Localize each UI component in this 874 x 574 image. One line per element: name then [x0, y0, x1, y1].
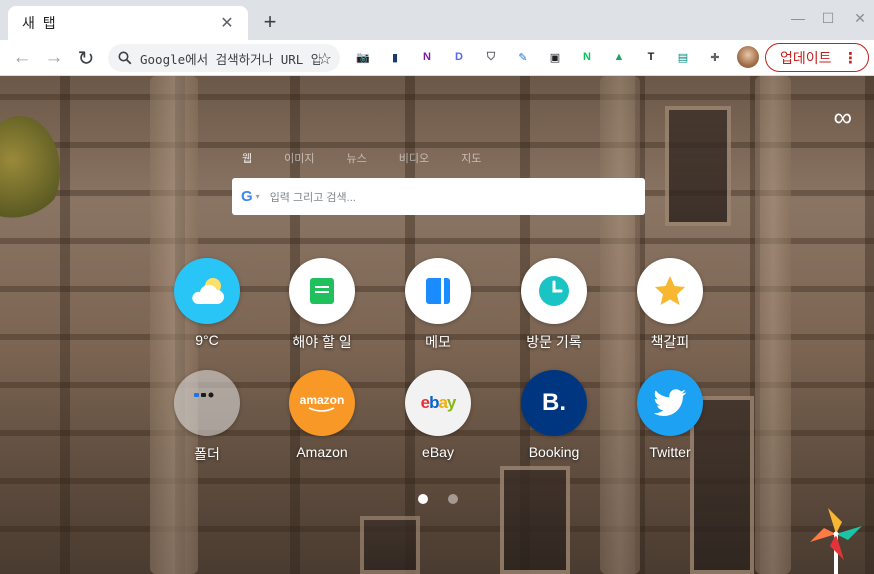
folder-icon: [174, 370, 240, 436]
minimize-icon[interactable]: —: [786, 8, 810, 28]
weather-icon: [174, 258, 240, 324]
background-column: [755, 76, 791, 574]
picture-in-picture-icon[interactable]: ▣: [546, 48, 564, 66]
search-box[interactable]: G ▾ 입력 그리고 검색...: [232, 178, 645, 215]
star-icon: [637, 258, 703, 324]
clock-icon: [521, 258, 587, 324]
shortcut-label: 9°C: [195, 332, 219, 348]
update-button[interactable]: 업데이트 ⋮: [765, 43, 869, 72]
ebay-letter-y: y: [446, 393, 457, 412]
booking-logo-icon: B.: [521, 370, 587, 436]
new-tab-button[interactable]: +: [258, 9, 282, 34]
google-drive-icon[interactable]: ▲: [610, 48, 628, 66]
ebay-letter-a: a: [438, 393, 448, 412]
shortcut-weather[interactable]: 9°C: [157, 258, 257, 348]
shortcut-label: 폴더: [194, 446, 220, 462]
page-indicator: [418, 494, 458, 504]
shortcut-amazon[interactable]: amazon Amazon: [272, 370, 372, 460]
memo-icon: [405, 258, 471, 324]
new-tab-page: ∞ 웹 이미지 뉴스 비디오 지도 G ▾ 입력 그리고 검색... 9°C 해: [0, 76, 874, 574]
tab-strip: 새 탭 ✕ + — ☐ ✕: [0, 0, 874, 40]
search-tab-web[interactable]: 웹: [242, 150, 252, 166]
profile-avatar-icon[interactable]: [737, 46, 759, 68]
background-window: [665, 106, 731, 226]
save-floppy-icon[interactable]: ▤: [674, 48, 692, 66]
amazon-logo-text: amazon: [299, 393, 345, 407]
shortcut-twitter[interactable]: Twitter: [620, 370, 720, 460]
ebay-logo-icon: ebay: [405, 370, 471, 436]
tab-close-icon[interactable]: ✕: [218, 14, 236, 32]
page-dot-2[interactable]: [448, 494, 458, 504]
amazon-logo-icon: amazon: [289, 370, 355, 436]
browser-toolbar: ← → ↻ Google에서 검색하거나 URL 입력 ☆ 📷 ▮ N D ⛉ ✎ ▣ N ▲ T…: [0, 40, 874, 76]
shortcut-label: 메모: [425, 334, 451, 350]
omnibox-text: Google에서 검색하거나 URL 입력: [140, 51, 320, 67]
shortcut-bookmarks[interactable]: 책갈피: [620, 258, 720, 352]
booking-logo-letter: B.: [542, 389, 566, 416]
page-dot-1[interactable]: [418, 494, 428, 504]
search-placeholder: 입력 그리고 검색...: [269, 191, 356, 204]
back-button[interactable]: ←: [9, 45, 35, 71]
search-tab-maps[interactable]: 지도: [461, 150, 481, 166]
search-tab-news[interactable]: 뉴스: [347, 150, 367, 166]
shield-icon[interactable]: ⛉: [482, 48, 500, 66]
update-button-label: 업데이트: [780, 49, 832, 66]
shortcut-booking[interactable]: B. Booking: [504, 370, 604, 460]
search-tab-video[interactable]: 비디오: [399, 150, 429, 166]
shortcut-label: Twitter: [649, 444, 691, 460]
shortcut-label: 책갈피: [650, 334, 690, 350]
onenote-icon[interactable]: N: [418, 48, 436, 66]
shortcut-memo[interactable]: 메모: [388, 258, 488, 352]
shortcut-label: Amazon: [296, 444, 348, 460]
tab-new-tab[interactable]: 새 탭 ✕: [8, 6, 248, 40]
d-extension-icon[interactable]: D: [450, 48, 468, 66]
ebay-letter-e: e: [420, 393, 431, 412]
shortcut-label: 방문 기록: [526, 334, 582, 350]
menu-dots-icon[interactable]: ⋮: [843, 49, 858, 67]
maximize-icon[interactable]: ☐: [816, 8, 840, 28]
bookmark-star-icon[interactable]: ☆: [318, 49, 332, 69]
google-logo-icon[interactable]: G: [241, 188, 253, 205]
shortcut-label: 해야 할 일: [292, 334, 352, 350]
reload-button[interactable]: ↻: [73, 45, 99, 71]
shortcut-ebay[interactable]: ebay eBay: [388, 370, 488, 460]
pen-extension-icon[interactable]: ✎: [514, 48, 532, 66]
pinwheel-icon[interactable]: [806, 504, 866, 574]
text-t-icon[interactable]: T: [642, 48, 660, 66]
todo-icon: [289, 258, 355, 324]
infinity-logo-icon[interactable]: ∞: [833, 102, 852, 133]
chart-extension-icon[interactable]: ▮: [386, 48, 404, 66]
shortcut-history[interactable]: 방문 기록: [504, 258, 604, 352]
shortcut-folder[interactable]: 폴더: [157, 370, 257, 464]
puzzle-extensions-icon[interactable]: ✚: [706, 48, 724, 66]
shortcut-label: Booking: [528, 444, 580, 460]
background-window: [500, 466, 570, 574]
camera-icon[interactable]: 📷: [354, 48, 372, 66]
window-close-icon[interactable]: ✕: [848, 8, 872, 28]
tab-title: 새 탭: [22, 15, 58, 31]
forward-button[interactable]: →: [41, 45, 67, 71]
search-icon: [118, 51, 132, 65]
search-type-tabs: 웹 이미지 뉴스 비디오 지도: [242, 150, 513, 166]
background-window: [360, 516, 420, 574]
omnibox[interactable]: Google에서 검색하거나 URL 입력 ☆: [108, 44, 340, 72]
twitter-bird-icon: [637, 370, 703, 436]
background-foliage: [0, 116, 60, 226]
chevron-down-icon[interactable]: ▾: [256, 192, 260, 201]
shortcut-todo[interactable]: 해야 할 일: [272, 258, 372, 352]
naver-icon[interactable]: N: [578, 48, 596, 66]
search-tab-images[interactable]: 이미지: [284, 150, 314, 166]
shortcut-label: eBay: [422, 444, 454, 460]
